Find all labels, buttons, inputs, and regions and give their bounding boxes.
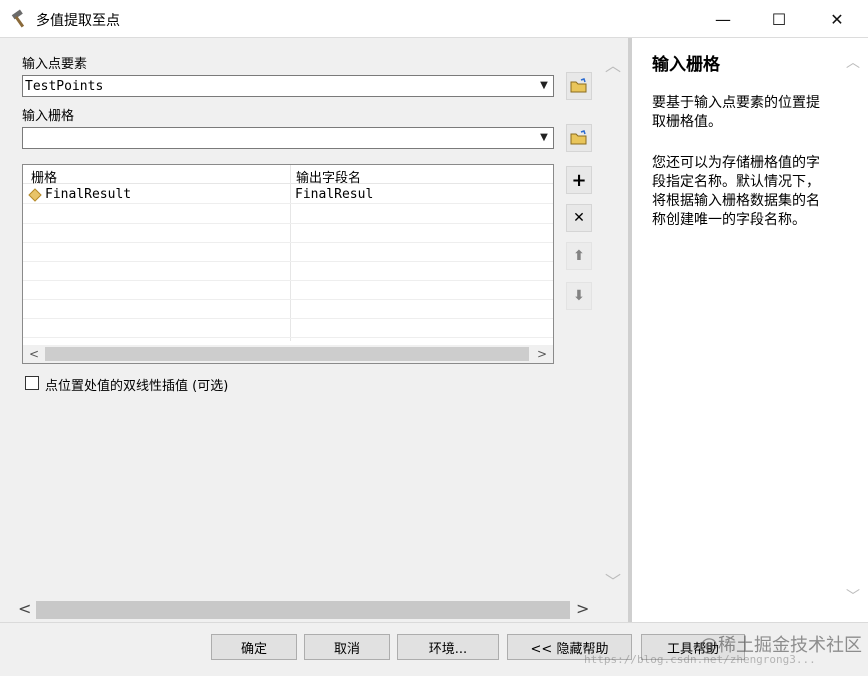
title-bar: 多值提取至点 — ☐ ✕ — [0, 0, 868, 38]
input-points-label: 输入点要素 — [22, 57, 88, 72]
scroll-down-icon[interactable]: ﹀ — [605, 568, 621, 592]
add-row-button[interactable]: + — [566, 166, 592, 194]
help-title: 输入栅格 — [652, 55, 720, 75]
raster-layer-icon — [28, 188, 42, 202]
dropdown-arrow-icon[interactable]: ▼ — [537, 131, 551, 145]
maximize-button[interactable]: ☐ — [756, 0, 802, 38]
button-bar: 确定 取消 环境... << 隐藏帮助 工具帮助 @稀土掘金技术社区 https… — [0, 622, 868, 676]
cancel-button[interactable]: 取消 — [304, 634, 390, 660]
browse-points-button[interactable] — [566, 72, 592, 100]
scroll-left-icon[interactable]: < — [18, 599, 31, 618]
help-pane: 输入栅格 要基于输入点要素的位置提取栅格值。 您还可以为存储栅格值的字段指定名称… — [632, 38, 868, 622]
plus-icon: + — [571, 169, 587, 191]
watermark-url: https://blog.csdn.net/zhengrong3... — [584, 653, 816, 666]
input-points-value: TestPoints — [25, 79, 104, 94]
horizontal-scrollbar[interactable] — [36, 601, 570, 619]
close-button[interactable]: ✕ — [814, 0, 860, 38]
help-paragraph: 您还可以为存储栅格值的字段指定名称。默认情况下，将根据输入栅格数据集的名称创建唯… — [652, 155, 820, 228]
minimize-button[interactable]: — — [700, 0, 746, 38]
move-up-button[interactable]: ⬆ — [566, 242, 592, 270]
bilinear-checkbox[interactable] — [25, 376, 39, 390]
column-header-raster[interactable]: 栅格 — [31, 167, 57, 186]
row-field-name[interactable]: FinalResul — [295, 187, 373, 202]
input-raster-label: 输入栅格 — [22, 109, 75, 124]
environments-button[interactable]: 环境... — [397, 634, 499, 660]
scroll-right-icon[interactable]: > — [576, 599, 589, 618]
help-paragraph: 要基于输入点要素的位置提取栅格值。 — [652, 95, 820, 130]
window-title: 多值提取至点 — [36, 13, 120, 29]
hammer-icon — [11, 9, 25, 28]
table-header: 栅格 输出字段名 — [23, 165, 553, 186]
scroll-up-icon[interactable]: ︿ — [605, 52, 621, 76]
table-horizontal-scrollbar[interactable]: < > — [23, 345, 553, 363]
arrow-up-icon: ⬆ — [573, 248, 585, 264]
row-raster-name: FinalResult — [45, 187, 132, 202]
input-points-combo[interactable]: TestPoints ▼ — [22, 75, 554, 97]
scroll-up-icon[interactable]: ︿ — [846, 52, 860, 72]
scroll-right-icon[interactable]: > — [537, 347, 547, 361]
input-raster-combo[interactable]: ▼ — [22, 127, 554, 149]
browse-raster-button[interactable] — [566, 124, 592, 152]
arrow-down-icon: ⬇ — [573, 288, 585, 304]
dropdown-arrow-icon[interactable]: ▼ — [537, 79, 551, 93]
table-row[interactable]: FinalResult FinalResul — [23, 185, 553, 204]
remove-row-button[interactable]: ✕ — [566, 204, 592, 232]
bilinear-label: 点位置处值的双线性插值 (可选) — [45, 379, 229, 394]
open-folder-icon — [570, 78, 587, 93]
scrollbar-thumb[interactable] — [45, 347, 529, 361]
column-header-field[interactable]: 输出字段名 — [296, 167, 361, 186]
delete-icon: ✕ — [573, 210, 585, 226]
ok-button[interactable]: 确定 — [211, 634, 297, 660]
raster-table: 栅格 输出字段名 FinalResult FinalResul < > — [22, 164, 554, 364]
open-folder-icon — [570, 130, 587, 145]
scroll-left-icon[interactable]: < — [29, 347, 39, 361]
move-down-button[interactable]: ⬇ — [566, 282, 592, 310]
scroll-down-icon[interactable]: ﹀ — [846, 586, 860, 606]
parameters-pane: 输入点要素 TestPoints ▼ 输入栅格 ▼ 栅格 输出字段名 Final — [0, 38, 628, 622]
